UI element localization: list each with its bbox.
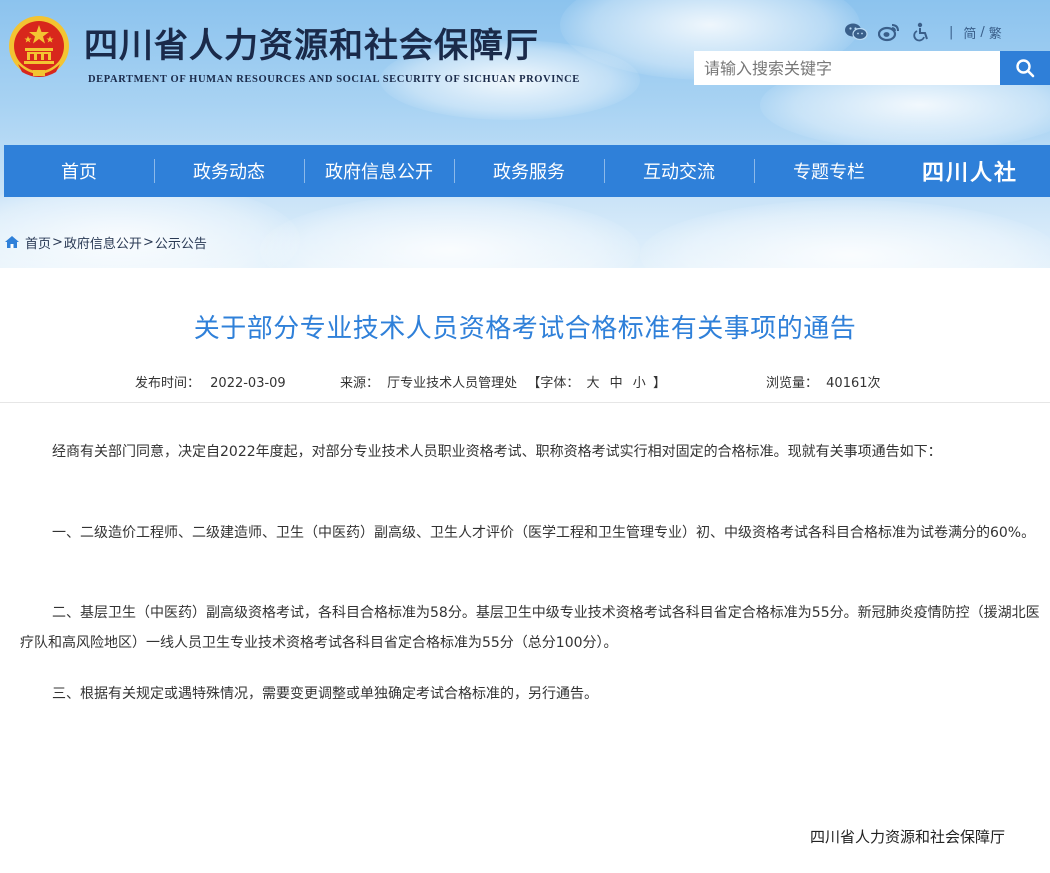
views-count: 40161次 (826, 376, 881, 391)
source-label: 来源： (340, 376, 380, 391)
search-button[interactable] (1000, 51, 1050, 85)
article-body: 经商有关部门同意，决定自2022年度起，对部分专业技术人员职业资格考试、职称资格… (20, 437, 1040, 467)
nav-item-info-disclosure[interactable]: 政府信息公开 (304, 145, 454, 197)
nav-item-news[interactable]: 政务动态 (154, 145, 304, 197)
article-body: 二、基层卫生（中医药）副高级资格考试，各科目合格标准为58分。基层卫生中级专业技… (20, 598, 1040, 658)
breadcrumb-separator: > (52, 234, 63, 250)
article-content: 关于部分专业技术人员资格考试合格标准有关事项的通告 发布时间： 2022-03-… (0, 268, 1050, 873)
search-icon (1016, 59, 1035, 78)
wechat-icon[interactable] (844, 20, 868, 44)
font-small-link[interactable]: 小 (633, 376, 646, 391)
breadcrumb-home[interactable]: 首页 (25, 233, 51, 252)
publish-date: 2022-03-09 (210, 376, 286, 391)
lang-separator: / (980, 24, 985, 40)
paragraph-item-1: 一、二级造价工程师、二级建造师、卫生（中医药）副高级、卫生人才评价（医学工程和卫… (52, 525, 1036, 541)
main-nav: 首页 政务动态 政府信息公开 政务服务 互动交流 专题专栏 四川人社 (4, 145, 1050, 197)
article-title: 关于部分专业技术人员资格考试合格标准有关事项的通告 (193, 314, 857, 344)
paragraph-intro: 经商有关部门同意，决定自2022年度起，对部分专业技术人员职业资格考试、职称资格… (52, 444, 942, 460)
breadcrumb: 首页 > 政府信息公开 > 公示公告 (4, 233, 207, 252)
paragraph-item-2: 二、基层卫生（中医药）副高级资格考试，各科目合格标准为58分。基层卫生中级专业技… (20, 605, 1040, 651)
views-label: 浏览量： (766, 376, 819, 391)
top-tools: | 简 / 繁 (844, 20, 1002, 44)
article-body: 一、二级造价工程师、二级建造师、卫生（中医药）副高级、卫生人才评价（医学工程和卫… (20, 518, 1040, 548)
font-large-link[interactable]: 大 (586, 376, 599, 391)
accessibility-icon[interactable] (910, 20, 934, 44)
font-size-close: 】 (652, 376, 666, 391)
nav-item-services[interactable]: 政务服务 (454, 145, 604, 197)
weibo-icon[interactable] (877, 20, 901, 44)
font-size-label: 【字体： (527, 376, 580, 391)
simplified-link[interactable]: 简 (963, 23, 976, 42)
breadcrumb-announcements[interactable]: 公示公告 (155, 233, 207, 252)
meta-divider (0, 402, 1050, 403)
traditional-link[interactable]: 繁 (989, 23, 1002, 42)
breadcrumb-separator: > (142, 234, 154, 250)
nav-brand-logo[interactable]: 四川人社 (922, 145, 1018, 197)
paragraph-item-3: 三、根据有关规定或遇特殊情况，需要变更调整或单独确定考试合格标准的，另行通告。 (52, 686, 598, 702)
nav-item-interaction[interactable]: 互动交流 (604, 145, 754, 197)
search-input[interactable] (694, 51, 1000, 85)
meta-views: 浏览量： 40161次 (766, 372, 881, 391)
site-subtitle: DEPARTMENT OF HUMAN RESOURCES AND SOCIAL… (88, 74, 580, 85)
home-icon (5, 236, 19, 248)
meta-source: 来源： 厅专业技术人员管理处 【字体： 大 中 小 】 (340, 372, 666, 391)
article-signature: 四川省人力资源和社会保障厅 (810, 828, 1006, 846)
article-body: 三、根据有关规定或遇特殊情况，需要变更调整或单独确定考试合格标准的，另行通告。 (20, 679, 1040, 709)
nav-item-home[interactable]: 首页 (4, 145, 154, 197)
meta-date: 发布时间： 2022-03-09 (135, 372, 286, 391)
breadcrumb-info-disclosure[interactable]: 政府信息公开 (64, 233, 142, 252)
tools-separator: | (949, 24, 954, 40)
date-label: 发布时间： (135, 376, 201, 391)
source-value: 厅专业技术人员管理处 (387, 376, 518, 391)
nav-item-topics[interactable]: 专题专栏 (754, 145, 904, 197)
site-title: 四川省人力资源和社会保障厅 (84, 26, 539, 66)
font-medium-link[interactable]: 中 (610, 376, 623, 391)
national-emblem-icon (9, 16, 69, 77)
